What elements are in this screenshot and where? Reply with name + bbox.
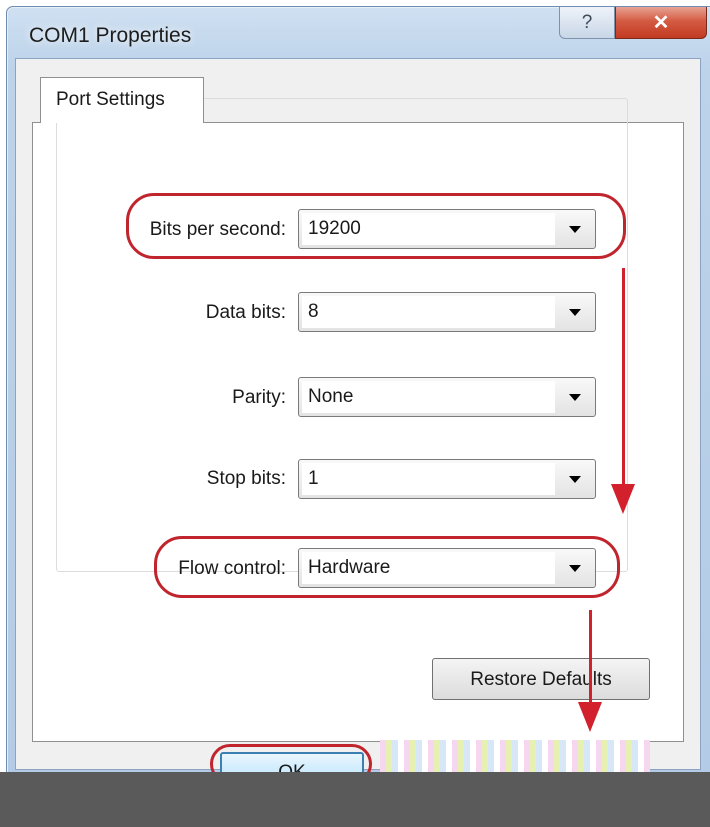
data-bits-label: Data bits:	[205, 302, 286, 323]
stop-bits-label: Stop bits:	[206, 468, 286, 489]
parity-select[interactable]: None	[298, 377, 596, 417]
close-icon: ✕	[652, 12, 670, 34]
down-arrow-icon	[611, 484, 635, 514]
parity-label: Parity:	[232, 387, 286, 408]
title-bar: COM1 Properties ? ✕	[7, 7, 710, 63]
window-title: COM1 Properties	[29, 24, 192, 47]
close-button[interactable]: ✕	[615, 7, 707, 39]
tab-label: Port Settings	[56, 89, 165, 110]
annotation-arrow-line	[589, 610, 592, 706]
data-bits-value: 8	[308, 301, 319, 322]
highlight-oval-flow-control	[154, 536, 620, 598]
stop-bits-select[interactable]: 1	[298, 459, 596, 499]
annotation-arrow-line	[622, 268, 625, 488]
down-arrow-icon	[578, 702, 602, 732]
highlight-oval-bits-per-second	[126, 193, 626, 259]
image-artifact	[380, 740, 650, 772]
help-icon: ?	[581, 11, 593, 33]
settings-group	[56, 98, 628, 572]
restore-defaults-button[interactable]: Restore Defaults	[432, 658, 650, 700]
bottom-bar	[0, 772, 710, 827]
chevron-down-icon	[569, 309, 581, 316]
chevron-down-icon	[569, 476, 581, 483]
parity-value: None	[308, 386, 354, 407]
stop-bits-value: 1	[308, 468, 319, 489]
data-bits-select[interactable]: 8	[298, 292, 596, 332]
tab-port-settings[interactable]: Port Settings	[40, 77, 204, 123]
help-button[interactable]: ?	[559, 7, 615, 39]
chevron-down-icon	[569, 394, 581, 401]
